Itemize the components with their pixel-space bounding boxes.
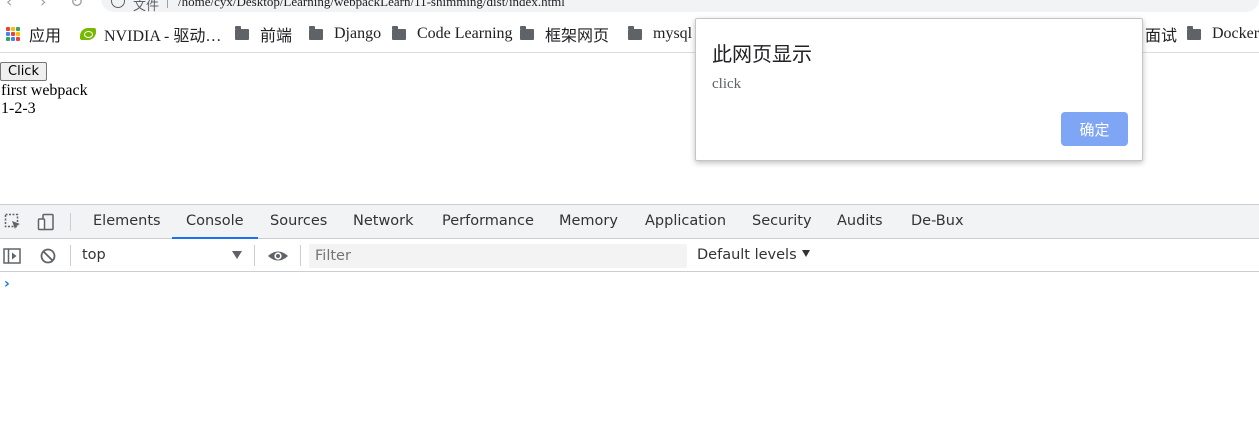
devtools-tabbar: Elements Console Sources Network Perform… [0, 205, 1259, 239]
toolbar-divider [70, 213, 71, 231]
bookmark-django[interactable]: Django [309, 24, 381, 44]
eye-icon[interactable] [267, 247, 289, 265]
tab-application[interactable]: Application [645, 205, 726, 239]
context-selector[interactable]: top [82, 239, 106, 272]
bookmark-mysql[interactable]: mysql [628, 24, 692, 44]
bookmark-label: Code Learning [417, 25, 513, 42]
tab-performance[interactable]: Performance [442, 205, 534, 239]
tab-security[interactable]: Security [752, 205, 812, 239]
clear-console-icon[interactable] [39, 247, 57, 265]
folder-icon [628, 25, 642, 40]
address-bar-strip: ‹ › ↻ 文件 /home/cyx/Desktop/Learning/webp… [0, 0, 1259, 14]
tab-elements[interactable]: Elements [93, 205, 161, 239]
device-toolbar-icon[interactable] [37, 213, 55, 231]
tab-network[interactable]: Network [353, 205, 414, 239]
folder-icon [520, 25, 534, 40]
tab-console[interactable]: Console [172, 205, 258, 239]
folder-icon [235, 25, 249, 40]
folder-icon [392, 25, 406, 40]
dialog-title: 此网页显示 [712, 42, 812, 66]
bookmark-framework[interactable]: 框架网页 [520, 24, 610, 45]
tab-memory[interactable]: Memory [559, 205, 618, 239]
forward-icon[interactable]: › [40, 0, 46, 11]
bookmark-code-learning[interactable]: Code Learning [392, 24, 513, 44]
omnibox[interactable]: 文件 /home/cyx/Desktop/Learning/webpackLea… [101, 0, 1259, 14]
apps-grid-icon [6, 27, 20, 41]
bookmark-label: Django [334, 25, 382, 42]
tab-sources[interactable]: Sources [270, 205, 327, 239]
info-icon[interactable] [111, 0, 125, 8]
chevron-down-icon[interactable] [232, 251, 242, 259]
folder-icon [1187, 25, 1201, 40]
omnibox-divider [167, 0, 168, 8]
bookmark-label: NVIDIA - 驱动… [104, 28, 222, 45]
devtools-panel: Elements Console Sources Network Perform… [0, 204, 1259, 421]
alert-dialog: 此网页显示 click 确定 [695, 18, 1143, 161]
log-levels-dropdown[interactable]: Default levels [697, 239, 810, 272]
log-levels-label: Default levels [697, 247, 797, 263]
nvidia-icon [80, 28, 96, 40]
show-sidebar-icon[interactable] [3, 247, 21, 265]
bookmark-docker[interactable]: Docker [1187, 24, 1259, 44]
bookmark-label: mysql [653, 25, 693, 42]
click-button[interactable]: Click [0, 62, 47, 81]
tab-de-bux[interactable]: De-Bux [911, 205, 964, 239]
bookmark-label: Docker [1212, 25, 1259, 42]
bookmark-frontend[interactable]: 前端 [235, 24, 293, 45]
tab-audits[interactable]: Audits [837, 205, 883, 239]
toolbar-divider [70, 245, 71, 266]
folder-icon [309, 25, 323, 40]
bookmark-label: 前端 [260, 28, 293, 45]
ok-button[interactable]: 确定 [1061, 112, 1128, 146]
back-icon[interactable]: ‹ [6, 0, 12, 11]
bookmark-apps[interactable]: 应用 [6, 24, 62, 45]
reload-icon[interactable]: ↻ [70, 0, 83, 11]
dialog-message: click [712, 76, 742, 92]
url-text[interactable]: /home/cyx/Desktop/Learning/webpackLearn/… [178, 0, 565, 10]
page-text-line: first webpack [1, 82, 88, 99]
chevron-down-icon [801, 249, 810, 257]
toolbar-divider [254, 245, 255, 266]
console-prompt-icon: › [4, 276, 10, 292]
console-output[interactable]: › [0, 272, 1259, 421]
console-toolbar: top Default levels [0, 239, 1259, 272]
toolbar-divider [300, 245, 301, 266]
bookmark-label: 面试 [1145, 28, 1178, 45]
inspect-element-icon[interactable] [4, 213, 22, 231]
bookmark-label: 框架网页 [545, 28, 610, 45]
bookmark-nvidia[interactable]: NVIDIA - 驱动… [80, 24, 222, 45]
filter-input[interactable] [309, 244, 687, 268]
page-text-line: 1-2-3 [1, 100, 36, 117]
bookmark-label: 应用 [29, 28, 62, 45]
scheme-label: 文件 [133, 0, 160, 14]
